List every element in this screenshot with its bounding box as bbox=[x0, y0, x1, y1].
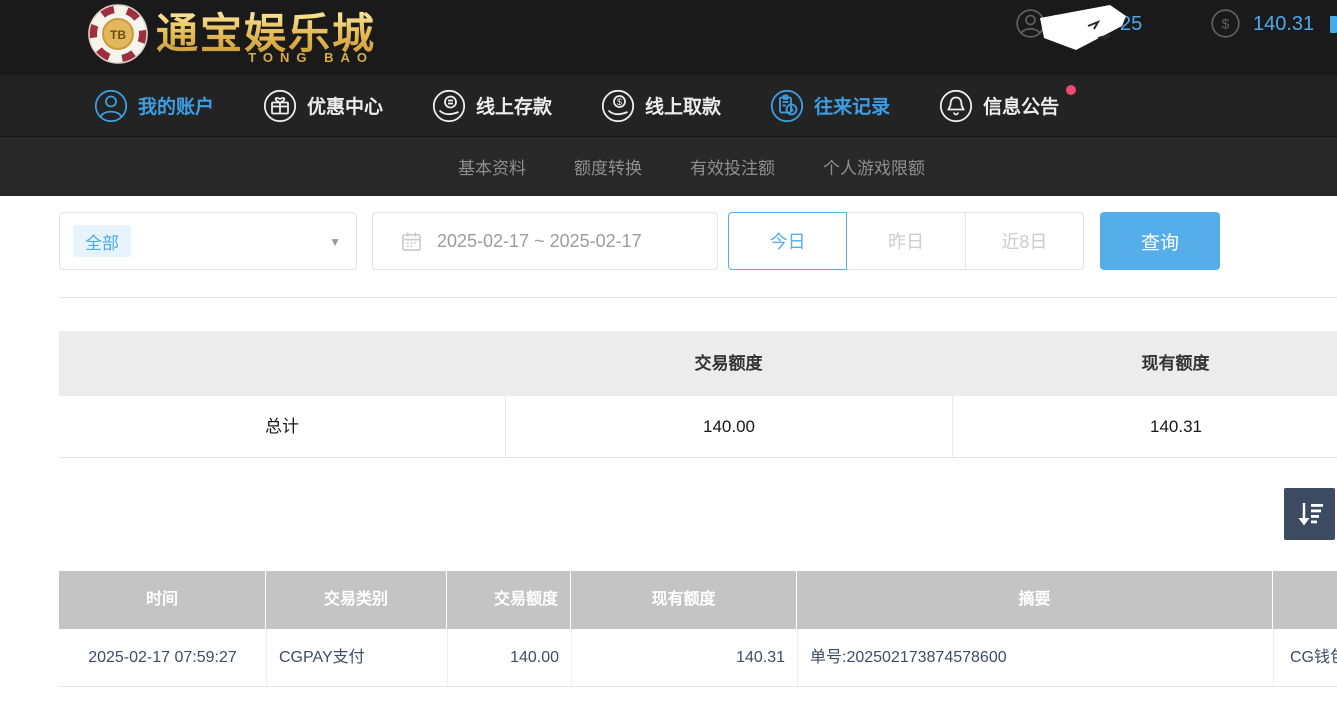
filter-row: 全部 ▼ 2025-02-17 ~ 2025-02-17 今日 昨日 近8日 查… bbox=[59, 212, 1337, 270]
clipboard-clock-icon bbox=[769, 88, 805, 124]
main-nav: 我的账户 优惠中心 bbox=[0, 75, 1337, 137]
summary-total-label: 总计 bbox=[59, 396, 505, 457]
summary-total-row: 总计 140.00 140.31 bbox=[59, 396, 1337, 458]
search-button[interactable]: 查询 bbox=[1100, 212, 1220, 270]
logo-subtitle: TONG BAO bbox=[248, 50, 374, 65]
subnav-item-valid-bets[interactable]: 有效投注额 bbox=[690, 154, 775, 179]
col-header-type: 交易类别 bbox=[266, 571, 447, 629]
site-logo[interactable]: TB 通宝娱乐城 TONG BAO bbox=[86, 2, 376, 66]
quick-button-today[interactable]: 今日 bbox=[728, 212, 847, 270]
nav-item-records[interactable]: 往来记录 bbox=[769, 88, 890, 124]
nav-item-promotions[interactable]: 优惠中心 bbox=[262, 88, 383, 124]
summary-current-amount: 140.31 bbox=[952, 396, 1337, 457]
calendar-icon bbox=[400, 230, 423, 253]
col-header-current-amount: 现有额度 bbox=[571, 571, 797, 629]
quick-date-group: 今日 昨日 近8日 bbox=[728, 212, 1084, 270]
transactions-table: 时间 交易类别 交易额度 现有额度 摘要 备注 2025-02-17 07:59… bbox=[59, 571, 1337, 687]
cell-type: CGPAY支付 bbox=[266, 629, 447, 686]
col-header-remark: 备注 bbox=[1273, 571, 1337, 629]
subnav-item-quota-transfer[interactable]: 额度转换 bbox=[574, 154, 642, 179]
col-header-summary: 摘要 bbox=[797, 571, 1273, 629]
nav-item-my-account[interactable]: 我的账户 bbox=[93, 88, 214, 124]
subnav-item-basic-info[interactable]: 基本资料 bbox=[458, 154, 526, 179]
cell-time: 2025-02-17 07:59:27 bbox=[59, 629, 266, 686]
svg-text:TB: TB bbox=[110, 28, 126, 42]
page: TB 通宝娱乐城 TONG BAO 25 bbox=[0, 0, 1337, 707]
top-header: TB 通宝娱乐城 TONG BAO 25 bbox=[0, 0, 1337, 75]
summary-header-empty bbox=[59, 331, 505, 396]
cell-summary: 单号:202502173874578600 bbox=[797, 629, 1273, 686]
sub-nav: 基本资料 额度转换 有效投注额 个人游戏限额 bbox=[0, 137, 1337, 196]
nav-item-deposit[interactable]: 线上存款 bbox=[431, 88, 552, 124]
gift-icon bbox=[262, 88, 298, 124]
summary-header-current-amount: 现有额度 bbox=[952, 331, 1337, 396]
date-range-value: 2025-02-17 ~ 2025-02-17 bbox=[437, 231, 642, 252]
dollar-circle-icon: $ bbox=[1210, 8, 1241, 39]
col-header-time: 时间 bbox=[59, 571, 266, 629]
balance-currency-partial bbox=[1330, 16, 1337, 33]
quick-button-yesterday[interactable]: 昨日 bbox=[847, 212, 965, 270]
svg-text:$: $ bbox=[617, 97, 622, 107]
subnav-item-game-limits[interactable]: 个人游戏限额 bbox=[823, 154, 925, 179]
redaction-scribble bbox=[1036, 4, 1138, 54]
notification-dot bbox=[1066, 85, 1076, 95]
cell-current-amount: 140.31 bbox=[571, 629, 797, 686]
summary-header-row: 交易额度 现有额度 bbox=[59, 331, 1337, 396]
poker-chip-icon: TB bbox=[86, 2, 150, 66]
balance-amount: 140.31 bbox=[1253, 13, 1314, 36]
nav-item-withdraw[interactable]: $ 线上取款 bbox=[600, 88, 721, 124]
summary-header-trade-amount: 交易额度 bbox=[505, 331, 952, 396]
nav-item-announcements[interactable]: 信息公告 bbox=[938, 88, 1059, 124]
coin-deposit-icon bbox=[431, 88, 467, 124]
bell-icon bbox=[938, 88, 974, 124]
cell-trade-amount: 140.00 bbox=[447, 629, 571, 686]
quick-button-last-8-days[interactable]: 近8日 bbox=[966, 212, 1084, 270]
col-header-trade-amount: 交易额度 bbox=[447, 571, 571, 629]
summary-table: 交易额度 现有额度 总计 140.00 140.31 bbox=[59, 331, 1337, 458]
type-select[interactable]: 全部 ▼ bbox=[59, 212, 357, 270]
sort-descending-button[interactable] bbox=[1284, 488, 1335, 540]
caret-down-icon: ▼ bbox=[329, 235, 341, 249]
transactions-header-row: 时间 交易类别 交易额度 现有额度 摘要 备注 bbox=[59, 571, 1337, 629]
sort-descending-icon bbox=[1295, 499, 1325, 529]
svg-text:$: $ bbox=[1222, 17, 1230, 32]
coin-withdraw-icon: $ bbox=[600, 88, 636, 124]
cell-remark: CG钱包 bbox=[1273, 629, 1337, 686]
summary-trade-amount: 140.00 bbox=[505, 396, 952, 457]
user-circle-icon bbox=[93, 88, 129, 124]
table-row: 2025-02-17 07:59:27 CGPAY支付 140.00 140.3… bbox=[59, 629, 1337, 687]
date-range-input[interactable]: 2025-02-17 ~ 2025-02-17 bbox=[372, 212, 718, 270]
type-select-value: 全部 bbox=[73, 225, 131, 257]
divider bbox=[59, 297, 1337, 298]
